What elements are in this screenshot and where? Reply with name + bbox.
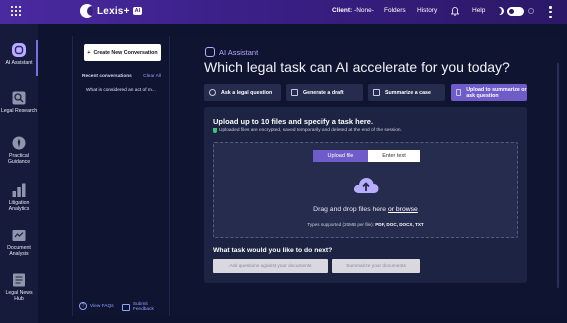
rail-item-litigation-analytics[interactable]: Litigation Analytics [0, 182, 38, 212]
more-menu-icon[interactable] [549, 6, 552, 18]
legal-research-icon [12, 91, 26, 105]
list-icon [373, 89, 380, 96]
ai-assistant-icon [12, 43, 26, 57]
folders-link[interactable]: Folders [384, 7, 406, 14]
assistant-label: AI Assistant [219, 47, 259, 57]
app-grid-icon[interactable] [11, 6, 21, 16]
conversation-item[interactable]: What is considered an act of m... [86, 88, 156, 93]
supported-types: Types supported (20MB per file): PDF, DO… [214, 222, 517, 227]
left-nav-rail: AI Assistant Legal Research Practical Gu… [0, 24, 38, 323]
next-task-title: What task would you like to do next? [213, 247, 333, 254]
rail-label: Practical Guidance [7, 153, 31, 165]
upload-card: Upload up to 10 files and specify a task… [204, 107, 527, 283]
file-drop-zone[interactable]: Upload file Enter text Drag and drop fil… [213, 142, 518, 238]
summarize-case-button[interactable]: Summarize a case [368, 84, 445, 101]
upload-summarize-button[interactable]: Upload to summarize or ask question [451, 84, 527, 101]
lexis-logo-icon [80, 4, 94, 18]
history-link[interactable]: History [417, 7, 437, 14]
shield-icon [213, 128, 217, 133]
encryption-note-text: Uploaded files are encrypted, saved temp… [219, 128, 402, 133]
tab-upload-file[interactable]: Upload file [313, 150, 368, 162]
summarize-documents-button[interactable]: Summarize your documents [332, 259, 420, 273]
help-link[interactable]: Help [472, 7, 485, 14]
recent-conversations-label: Recent conversations [82, 74, 132, 79]
submit-feedback-link[interactable]: Submit Feedback [122, 302, 169, 312]
lexis-logo[interactable]: Lexis+ AI [80, 4, 143, 18]
create-new-conversation-button[interactable]: + Create New Conversation [84, 44, 161, 61]
ask-legal-question-button[interactable]: Ask a legal question [204, 84, 281, 101]
create-new-conversation-label: Create New Conversation [93, 49, 158, 56]
rail-item-practical-guidance[interactable]: Practical Guidance [0, 135, 38, 165]
cloud-upload-icon [353, 178, 379, 193]
question-icon: ? [79, 302, 87, 310]
legal-news-icon [13, 273, 25, 287]
client-selector[interactable]: Client: -None- [332, 7, 374, 14]
task-label: Ask a legal question [221, 89, 273, 96]
rail-label: AI Assistant [5, 60, 33, 66]
browse-link[interactable]: or browse [388, 206, 418, 213]
task-label: Summarize a case [385, 89, 431, 96]
rail-label: Document Analysis [7, 245, 31, 257]
types-label: Types supported (20MB per file): [307, 222, 374, 227]
document-analysis-icon [12, 230, 26, 241]
input-mode-toggle: Upload file Enter text [313, 150, 420, 162]
logo-ai-badge: AI [132, 7, 143, 15]
rail-label: Legal Research [0, 108, 38, 114]
main-area: AI Assistant Which legal task can AI acc… [172, 36, 562, 316]
litigation-analytics-icon [12, 183, 26, 197]
ai-assistant-icon [205, 47, 215, 57]
plus-icon: + [87, 49, 91, 56]
rail-item-legal-research[interactable]: Legal Research [0, 90, 38, 114]
rail-label: Litigation Analytics [8, 200, 30, 212]
drag-drop-text: Drag and drop files here [313, 206, 387, 213]
conversation-panel: + Create New Conversation Recent convers… [72, 36, 170, 316]
task-label: Upload to summarize or ask question [466, 86, 527, 99]
encryption-note: Uploaded files are encrypted, saved temp… [213, 128, 402, 133]
tab-enter-text[interactable]: Enter text [368, 150, 420, 162]
client-label: Client: [332, 7, 353, 14]
upload-title: Upload up to 10 files and specify a task… [213, 117, 374, 126]
theme-toggle[interactable] [507, 7, 524, 16]
task-label: Generate a draft [303, 89, 344, 96]
view-faqs-label: View FAQs [90, 303, 114, 309]
main-scrollbar[interactable] [557, 63, 559, 288]
types-value: PDF, DOC, DOCX, TXT [375, 222, 424, 227]
clear-all-link[interactable]: Clear All [143, 74, 161, 79]
draft-icon [291, 89, 298, 96]
chat-icon [209, 89, 216, 96]
page-title: Which legal task can AI accelerate for y… [204, 59, 510, 75]
rail-item-document-analysis[interactable]: Document Analysis [0, 227, 38, 257]
practical-guidance-icon [12, 136, 26, 150]
rail-item-legal-news-hub[interactable]: Legal News Hub [0, 272, 38, 302]
logo-text: Lexis+ [97, 5, 130, 17]
top-bar: Lexis+ AI Client: -None- Folders History… [0, 0, 567, 24]
moon-icon [495, 6, 506, 17]
feedback-icon [122, 303, 130, 311]
ask-documents-button[interactable]: Ask questions against your documents [213, 259, 328, 273]
bell-icon[interactable] [451, 7, 459, 16]
generate-draft-button[interactable]: Generate a draft [286, 84, 363, 101]
client-value: -None- [354, 7, 374, 14]
sun-icon [528, 8, 534, 14]
rail-label: Legal News Hub [5, 290, 33, 302]
rail-item-ai-assistant[interactable]: AI Assistant [0, 40, 38, 76]
assistant-heading: AI Assistant [205, 47, 258, 57]
submit-feedback-label: Submit Feedback [132, 302, 154, 312]
drop-instructions: Drag and drop files here or browse [214, 206, 517, 213]
upload-icon [456, 89, 462, 96]
view-faqs-link[interactable]: ? View FAQs [79, 302, 114, 310]
